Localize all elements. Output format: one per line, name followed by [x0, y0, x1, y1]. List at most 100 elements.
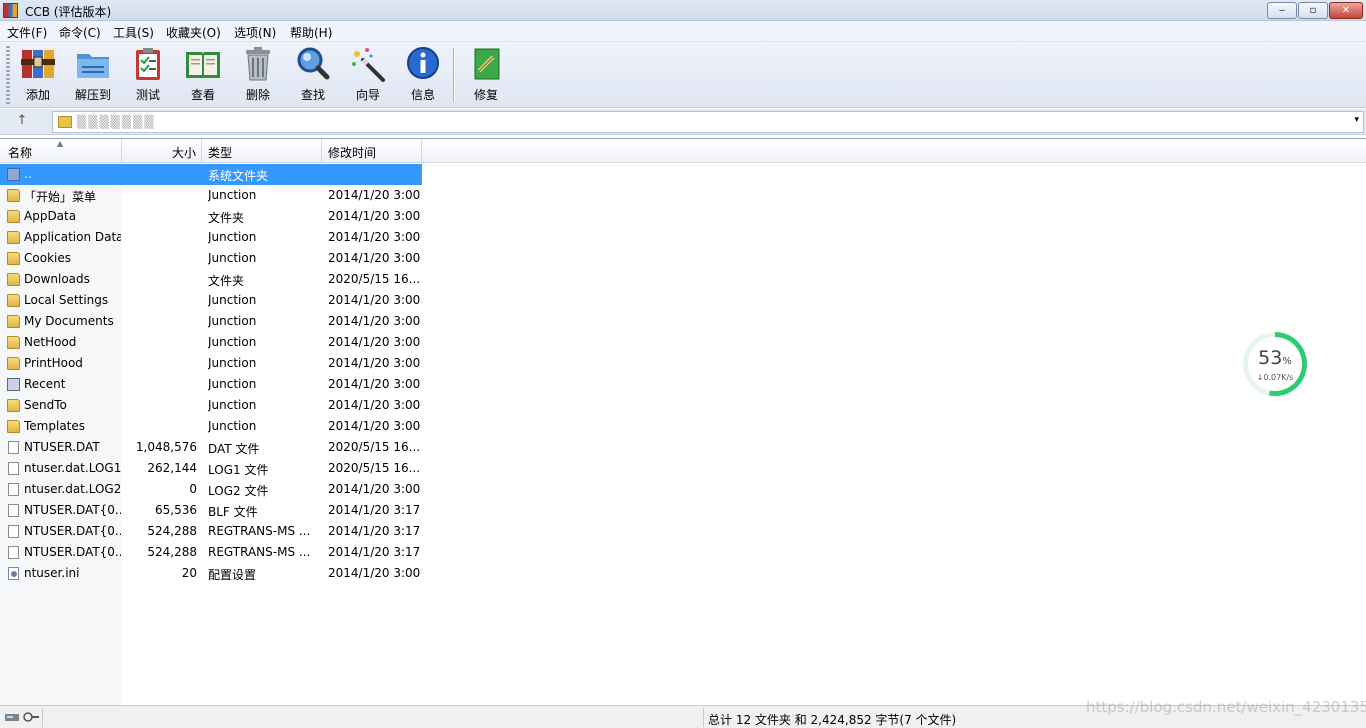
file-type: Junction	[208, 398, 257, 412]
column-header-name[interactable]: 名称	[8, 144, 32, 161]
menu-bar: 文件(F) 命令(C) 工具(S) 收藏夹(O) 选项(N) 帮助(H)	[0, 21, 1366, 42]
table-row[interactable]: NTUSER.DAT{0... 65,536 BLF 文件 2014/1/20 3:1…	[0, 500, 422, 521]
column-divider[interactable]	[321, 139, 322, 163]
close-button[interactable]: ✕	[1329, 2, 1363, 19]
file-name: ntuser.dat.LOG1	[24, 461, 121, 475]
repair-button[interactable]: 修复	[461, 46, 511, 104]
table-row[interactable]: ntuser.dat.LOG1 262,144 LOG1 文件 2020/5/15 1…	[0, 458, 422, 479]
file-name: PrintHood	[24, 356, 83, 370]
up-folder-button[interactable]: ↑	[12, 113, 32, 131]
file-modified: 2020/5/15 16...	[328, 440, 420, 454]
table-row[interactable]: NTUSER.DAT{0... 524,288 REGTRANS-MS ... 201…	[0, 542, 422, 563]
table-row[interactable]: AppData 文件夹 2014/1/20 3:00	[0, 206, 422, 227]
table-row[interactable]: Local Settings Junction 2014/1/20 3:00	[0, 290, 422, 311]
file-modified: 2014/1/20 3:00	[328, 335, 420, 349]
menu-options[interactable]: 选项(N)	[234, 24, 276, 41]
column-header-type[interactable]: 类型	[208, 144, 232, 161]
menu-command[interactable]: 命令(C)	[59, 24, 101, 41]
folder-icon	[58, 116, 72, 128]
test-label: 测试	[135, 88, 160, 102]
table-row[interactable]: Recent Junction 2014/1/20 3:00	[0, 374, 422, 395]
test-button[interactable]: 测试	[123, 46, 173, 104]
file-name: NTUSER.DAT{0...	[24, 545, 121, 559]
table-row[interactable]: ntuser.ini 20 配置设置 2014/1/20 3:00	[0, 563, 422, 584]
column-header-modified[interactable]: 修改时间	[328, 144, 376, 161]
wizard-button[interactable]: 向导	[343, 46, 393, 104]
info-button[interactable]: 信息	[398, 46, 448, 104]
table-row[interactable]: Templates Junction 2014/1/20 3:00	[0, 416, 422, 437]
table-row[interactable]: My Documents Junction 2014/1/20 3:00	[0, 311, 422, 332]
menu-tools[interactable]: 工具(S)	[113, 24, 154, 41]
file-modified: 2014/1/20 3:00	[328, 314, 420, 328]
table-row[interactable]: PrintHood Junction 2014/1/20 3:00	[0, 353, 422, 374]
table-row[interactable]: 「开始」菜单 Junction 2014/1/20 3:00	[0, 185, 422, 206]
table-row[interactable]: NTUSER.DAT{0... 524,288 REGTRANS-MS ... 201…	[0, 521, 422, 542]
address-bar: ↑ ▒▒▒▒▒▒▒ ▾	[0, 109, 1366, 135]
file-size: 524,288	[147, 545, 197, 559]
find-label: 查找	[300, 88, 325, 102]
column-divider[interactable]	[421, 139, 422, 163]
file-type: Junction	[208, 377, 257, 391]
network-speed-inner: 53% ↓0.07K/s	[1248, 337, 1302, 391]
column-divider[interactable]	[201, 139, 202, 163]
file-icon	[8, 546, 19, 559]
folder-icon	[7, 189, 20, 202]
chevron-down-icon[interactable]: ▾	[1354, 115, 1359, 125]
sort-ascending-icon: ▲	[57, 139, 64, 148]
find-button[interactable]: 查找	[288, 46, 338, 104]
add-button[interactable]: 添加	[13, 46, 63, 104]
minimize-button[interactable]: ‒	[1267, 2, 1297, 19]
maximize-button[interactable]: ▫	[1298, 2, 1328, 19]
delete-button[interactable]: 删除	[233, 46, 283, 104]
menu-file[interactable]: 文件(F)	[7, 24, 47, 41]
file-size: 524,288	[147, 524, 197, 538]
table-row[interactable]: .. 系统文件夹	[0, 164, 422, 185]
table-row[interactable]: SendTo Junction 2014/1/20 3:00	[0, 395, 422, 416]
file-name: SendTo	[24, 398, 67, 412]
file-name: 「开始」菜单	[24, 190, 97, 204]
file-modified: 2020/5/15 16...	[328, 461, 420, 475]
folder-icon	[7, 231, 20, 244]
file-type: REGTRANS-MS ...	[208, 545, 311, 559]
table-row[interactable]: Downloads 文件夹 2020/5/15 16...	[0, 269, 422, 290]
table-row[interactable]: Cookies Junction 2014/1/20 3:00	[0, 248, 422, 269]
file-modified: 2014/1/20 3:00	[328, 482, 420, 496]
column-divider[interactable]	[121, 139, 122, 163]
file-modified: 2014/1/20 3:00	[328, 251, 420, 265]
file-name: My Documents	[24, 314, 114, 328]
file-name: Application Data	[24, 230, 121, 244]
table-row[interactable]: Application Data Junction 2014/1/20 3:00	[0, 227, 422, 248]
file-name: Downloads	[24, 272, 90, 286]
extract-button[interactable]: 解压到	[68, 46, 118, 104]
table-row[interactable]: NetHood Junction 2014/1/20 3:00	[0, 332, 422, 353]
file-modified: 2014/1/20 3:00	[328, 230, 420, 244]
menu-help[interactable]: 帮助(H)	[290, 24, 332, 41]
file-modified: 2014/1/20 3:17	[328, 524, 420, 538]
file-type: LOG2 文件	[208, 484, 269, 498]
file-type: Junction	[208, 293, 257, 307]
wizard-label: 向导	[355, 88, 380, 102]
file-size: 65,536	[155, 503, 197, 517]
watermark: https://blog.csdn.net/weixin_4230135	[1086, 698, 1366, 716]
file-type: Junction	[208, 251, 257, 265]
address-field[interactable]: ▒▒▒▒▒▒▒ ▾	[52, 111, 1364, 133]
file-type: Junction	[208, 335, 257, 349]
folder-icon	[7, 420, 20, 433]
column-header-size[interactable]: 大小	[172, 144, 196, 161]
recent-icon	[7, 378, 20, 391]
app-icon	[3, 3, 18, 18]
toolbar: 添加 解压到 测试 查看 删除 查找 向导 信息 修复	[0, 42, 1366, 108]
view-button[interactable]: 查看	[178, 46, 228, 104]
menu-favorites[interactable]: 收藏夹(O)	[166, 24, 221, 41]
extract-folder-icon	[77, 54, 109, 78]
folder-icon	[7, 294, 20, 307]
file-list: 名称 ▲ 大小 类型 修改时间 .. 系统文件夹 「开始」菜单 Junction 201…	[0, 138, 1366, 705]
drive-key-icon	[5, 712, 39, 722]
settings-file-icon	[8, 567, 19, 580]
toolbar-grip[interactable]	[6, 46, 10, 104]
file-icon	[8, 441, 19, 454]
network-speed-widget[interactable]: 53% ↓0.07K/s	[1243, 332, 1307, 396]
file-modified: 2014/1/20 3:00	[328, 398, 420, 412]
table-row[interactable]: ntuser.dat.LOG2 0 LOG2 文件 2014/1/20 3:00	[0, 479, 422, 500]
table-row[interactable]: NTUSER.DAT 1,048,576 DAT 文件 2020/5/15 16...	[0, 437, 422, 458]
